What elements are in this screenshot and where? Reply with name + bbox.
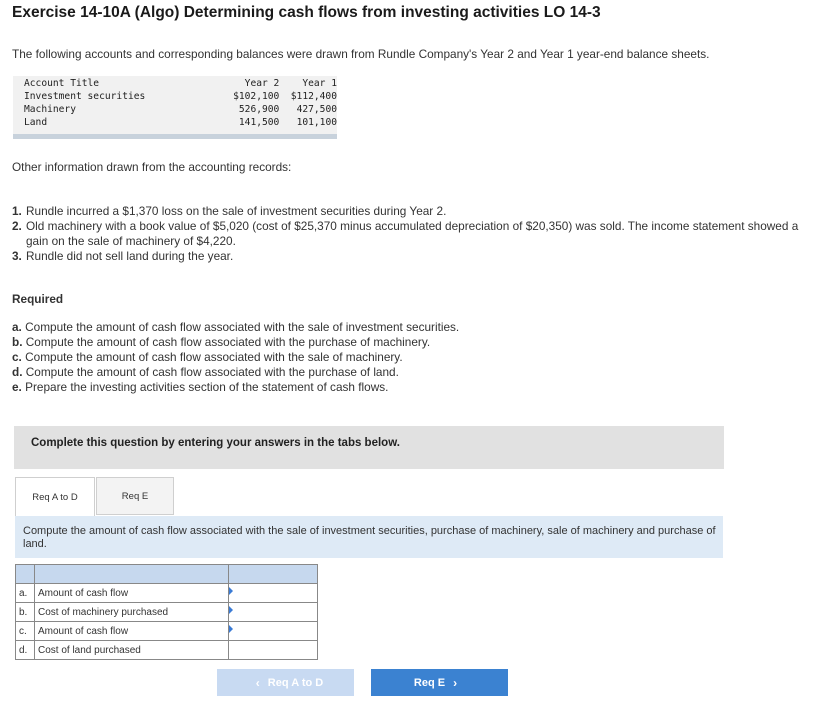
requirement-letter: b. bbox=[12, 335, 23, 349]
tab-req-a-to-d[interactable]: Req A to D bbox=[15, 477, 95, 516]
table-row: Investment securities $102,100 $112,400 bbox=[13, 90, 337, 103]
table-row: Land 141,500 101,100 bbox=[13, 116, 337, 129]
tab-req-e[interactable]: Req E bbox=[96, 477, 174, 515]
answer-table: a. Amount of cash flow b. Cost of machin… bbox=[15, 564, 318, 660]
answer-input-d[interactable] bbox=[233, 641, 317, 659]
balance-sheet-header: Account Title Year 2 Year 1 bbox=[13, 77, 337, 90]
next-button-label: Req E bbox=[413, 676, 446, 689]
banner-text: Complete this question by entering your … bbox=[31, 437, 400, 449]
item-number: 3. bbox=[12, 249, 22, 263]
instruction-banner: Complete this question by entering your … bbox=[14, 426, 724, 469]
table-row: Machinery 526,900 427,500 bbox=[13, 103, 337, 116]
table-row: c. Amount of cash flow bbox=[15, 621, 318, 641]
requirement-text: Compute the amount of cash flow associat… bbox=[25, 320, 460, 334]
requirement-letter: c. bbox=[12, 350, 22, 364]
list-item: 3. Rundle did not sell land during the y… bbox=[12, 249, 802, 264]
chevron-left-icon: ‹ bbox=[255, 675, 260, 690]
requirement-text: Prepare the investing activities section… bbox=[25, 380, 389, 394]
list-item: d. Compute the amount of cash flow assoc… bbox=[12, 365, 459, 380]
year-1-value: $112,400 bbox=[290, 91, 337, 102]
year-1-value: 427,500 bbox=[296, 104, 337, 115]
page-title: Exercise 14-10A (Algo) Determining cash … bbox=[12, 4, 601, 21]
requirement-text: Compute the amount of cash flow associat… bbox=[25, 350, 403, 364]
row-label: Amount of cash flow bbox=[34, 621, 229, 641]
item-text: Rundle did not sell land during the year… bbox=[26, 249, 234, 263]
requirement-letter: a. bbox=[12, 320, 22, 334]
answer-input-a[interactable] bbox=[233, 584, 317, 602]
list-item: a. Compute the amount of cash flow assoc… bbox=[12, 320, 459, 335]
question-instruction: Compute the amount of cash flow associat… bbox=[15, 516, 723, 558]
requirement-letter: d. bbox=[12, 365, 23, 379]
prev-tab-button[interactable]: ‹ Req A to D bbox=[217, 669, 354, 696]
year-2-value: $102,100 bbox=[233, 91, 280, 102]
list-item: 2. Old machinery with a book value of $5… bbox=[12, 219, 802, 249]
intro-text: The following accounts and corresponding… bbox=[12, 47, 710, 61]
row-letter: b. bbox=[15, 602, 35, 622]
list-item: 1. Rundle incurred a $1,370 loss on the … bbox=[12, 204, 802, 219]
item-number: 1. bbox=[12, 204, 22, 218]
header-year-2: Year 2 bbox=[244, 78, 280, 89]
item-text: Rundle incurred a $1,370 loss on the sal… bbox=[26, 204, 447, 218]
table-row: b. Cost of machinery purchased bbox=[15, 602, 318, 622]
account-name: Land bbox=[24, 117, 48, 128]
header-account-title: Account Title bbox=[24, 78, 100, 89]
table-row: d. Cost of land purchased bbox=[15, 640, 318, 660]
requirement-text: Compute the amount of cash flow associat… bbox=[25, 365, 399, 379]
row-label: Amount of cash flow bbox=[34, 583, 229, 603]
chevron-right-icon: › bbox=[453, 675, 458, 690]
account-name: Investment securities bbox=[24, 91, 146, 102]
answer-input-c[interactable] bbox=[233, 622, 317, 640]
row-letter: c. bbox=[15, 621, 35, 641]
requirement-text: Compute the amount of cash flow associat… bbox=[25, 335, 431, 349]
input-marker-icon bbox=[229, 625, 233, 633]
year-2-value: 141,500 bbox=[238, 117, 280, 128]
list-item: b. Compute the amount of cash flow assoc… bbox=[12, 335, 459, 350]
info-list: 1. Rundle incurred a $1,370 loss on the … bbox=[12, 204, 802, 264]
requirements-list: a. Compute the amount of cash flow assoc… bbox=[12, 320, 459, 395]
balance-sheet-table: Account Title Year 2 Year 1 Investment s… bbox=[13, 76, 337, 139]
prev-button-label: Req A to D bbox=[267, 676, 324, 689]
table-row: a. Amount of cash flow bbox=[15, 583, 318, 603]
header-year-1: Year 1 bbox=[302, 78, 337, 89]
input-marker-icon bbox=[229, 606, 233, 614]
row-letter: a. bbox=[15, 583, 35, 603]
item-number: 2. bbox=[12, 219, 22, 233]
required-heading: Required bbox=[12, 292, 64, 306]
year-1-value: 101,100 bbox=[296, 117, 337, 128]
row-label: Cost of machinery purchased bbox=[34, 602, 229, 622]
row-letter: d. bbox=[15, 640, 35, 660]
item-text: Old machinery with a book value of $5,02… bbox=[26, 219, 799, 248]
other-info-label: Other information drawn from the account… bbox=[12, 160, 292, 174]
account-name: Machinery bbox=[24, 104, 76, 115]
row-label: Cost of land purchased bbox=[34, 640, 229, 660]
next-tab-button[interactable]: Req E › bbox=[371, 669, 508, 696]
requirement-letter: e. bbox=[12, 380, 22, 394]
answer-table-header bbox=[15, 564, 318, 584]
instruction-text: Compute the amount of cash flow associat… bbox=[23, 525, 716, 550]
list-item: c. Compute the amount of cash flow assoc… bbox=[12, 350, 459, 365]
year-2-value: 526,900 bbox=[238, 104, 280, 115]
input-marker-icon bbox=[229, 587, 233, 595]
list-item: e. Prepare the investing activities sect… bbox=[12, 380, 459, 395]
answer-input-b[interactable] bbox=[233, 603, 317, 621]
